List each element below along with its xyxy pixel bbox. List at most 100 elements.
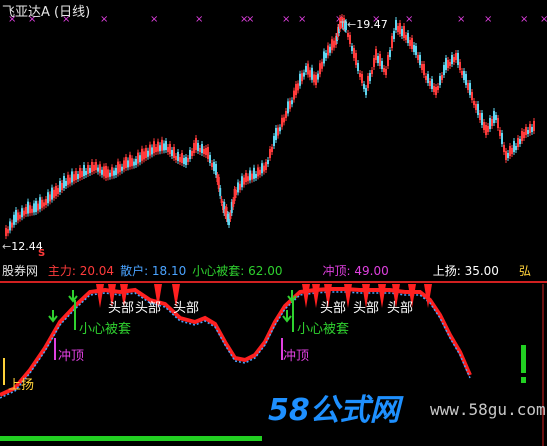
candle-body [95, 162, 97, 170]
candle-body [289, 100, 291, 109]
legend-field: 主力: 20.04 [47, 264, 115, 278]
candle-body [229, 213, 232, 219]
candle-body [239, 183, 241, 190]
candle-body [161, 139, 163, 151]
candle-body [245, 173, 247, 182]
candle-body [325, 53, 327, 58]
candle-body [285, 111, 287, 118]
signal-mark: × [457, 14, 465, 25]
candle-body [477, 104, 479, 115]
top-flag [312, 284, 320, 308]
volume-bar [521, 377, 526, 383]
indicator-legend: 股券网 主力: 20.04 散户: 18.10 小心被套: 62.00 冲顶: 49.… [2, 262, 511, 279]
candle-body [29, 205, 31, 214]
candle-body [401, 29, 403, 36]
candle-body [501, 133, 503, 144]
candle-body [391, 36, 393, 48]
candle-body [257, 167, 259, 177]
candle-body [213, 162, 215, 171]
signal-mark: × [282, 14, 290, 25]
candle-body [379, 54, 381, 66]
candle-body [27, 201, 29, 214]
candle-body [467, 83, 469, 90]
candle-body [527, 130, 529, 134]
candle-body [509, 146, 511, 156]
candle-body [283, 117, 285, 123]
candle-body [77, 174, 79, 179]
candlestick-chart[interactable]: ××××××××××××××××× [0, 0, 547, 260]
candle-body [11, 222, 13, 228]
candle-body [503, 145, 505, 152]
candle-body [165, 141, 167, 150]
candle-body [511, 148, 513, 154]
candle-body [127, 160, 129, 168]
candle-body [189, 150, 191, 159]
candle-body [179, 157, 181, 162]
candle-body [461, 71, 463, 75]
price-chart-panel[interactable]: ××××××××××××××××× 飞亚达A (日线) ←19.47 ←12.4… [0, 0, 547, 260]
top-label-6: 头部 [387, 301, 414, 316]
candle-body [381, 61, 383, 69]
candle-body [107, 169, 109, 178]
watermark-url: www.58gu.com [430, 400, 546, 419]
candle-body [277, 127, 279, 136]
candle-body [61, 183, 63, 190]
candle-body [85, 171, 87, 175]
candle-body [365, 88, 367, 95]
candle-body [317, 73, 319, 80]
candle-body [487, 126, 489, 132]
candle-body [117, 161, 119, 174]
candle-body [267, 160, 269, 164]
candle-body [303, 72, 305, 77]
candle-body [147, 150, 149, 157]
candle-body [515, 146, 517, 150]
candle-body [441, 75, 443, 80]
candle-body [347, 33, 349, 37]
buy-arrow [48, 310, 58, 323]
candle-body [375, 49, 377, 60]
candle-body [101, 169, 103, 175]
candle-body [271, 147, 273, 152]
candle-body [421, 64, 423, 70]
candle-body [97, 167, 99, 172]
candle-body [471, 92, 473, 100]
candle-body [163, 143, 165, 151]
candle-body [493, 111, 495, 123]
candle-body [175, 156, 177, 160]
candle-body [349, 35, 351, 44]
candle-body [525, 127, 527, 135]
top-label-3: 头部 [173, 301, 200, 316]
candle-body [465, 74, 467, 85]
candle-body [215, 164, 217, 175]
rise-label: 上扬 [8, 378, 35, 393]
candle-body [377, 56, 379, 63]
candle-body [89, 168, 91, 173]
candle-body [31, 208, 33, 213]
candle-body [529, 124, 531, 133]
candle-body [205, 148, 207, 155]
candle-body [423, 64, 425, 75]
candle-body [75, 171, 77, 180]
candle-body [33, 203, 35, 213]
candle-body [429, 81, 431, 86]
candle-body [373, 58, 375, 67]
candle-body [359, 73, 361, 77]
candle-body [73, 174, 75, 182]
candle-body [281, 117, 283, 127]
candle-body [199, 148, 201, 152]
candle-body [293, 90, 295, 100]
candle-body [177, 152, 179, 161]
candle-body [311, 67, 313, 80]
candle-body [363, 84, 365, 89]
candle-body [187, 158, 189, 162]
candle-body [419, 55, 421, 65]
candle-body [219, 188, 222, 196]
candle-body [517, 138, 519, 147]
candle-body [195, 138, 197, 150]
candle-body [279, 127, 281, 132]
candle-body [475, 104, 477, 110]
candle-body [319, 63, 321, 75]
candle-body [25, 207, 27, 214]
candle-body [65, 181, 67, 186]
stock-name: 飞亚达A [2, 5, 50, 20]
